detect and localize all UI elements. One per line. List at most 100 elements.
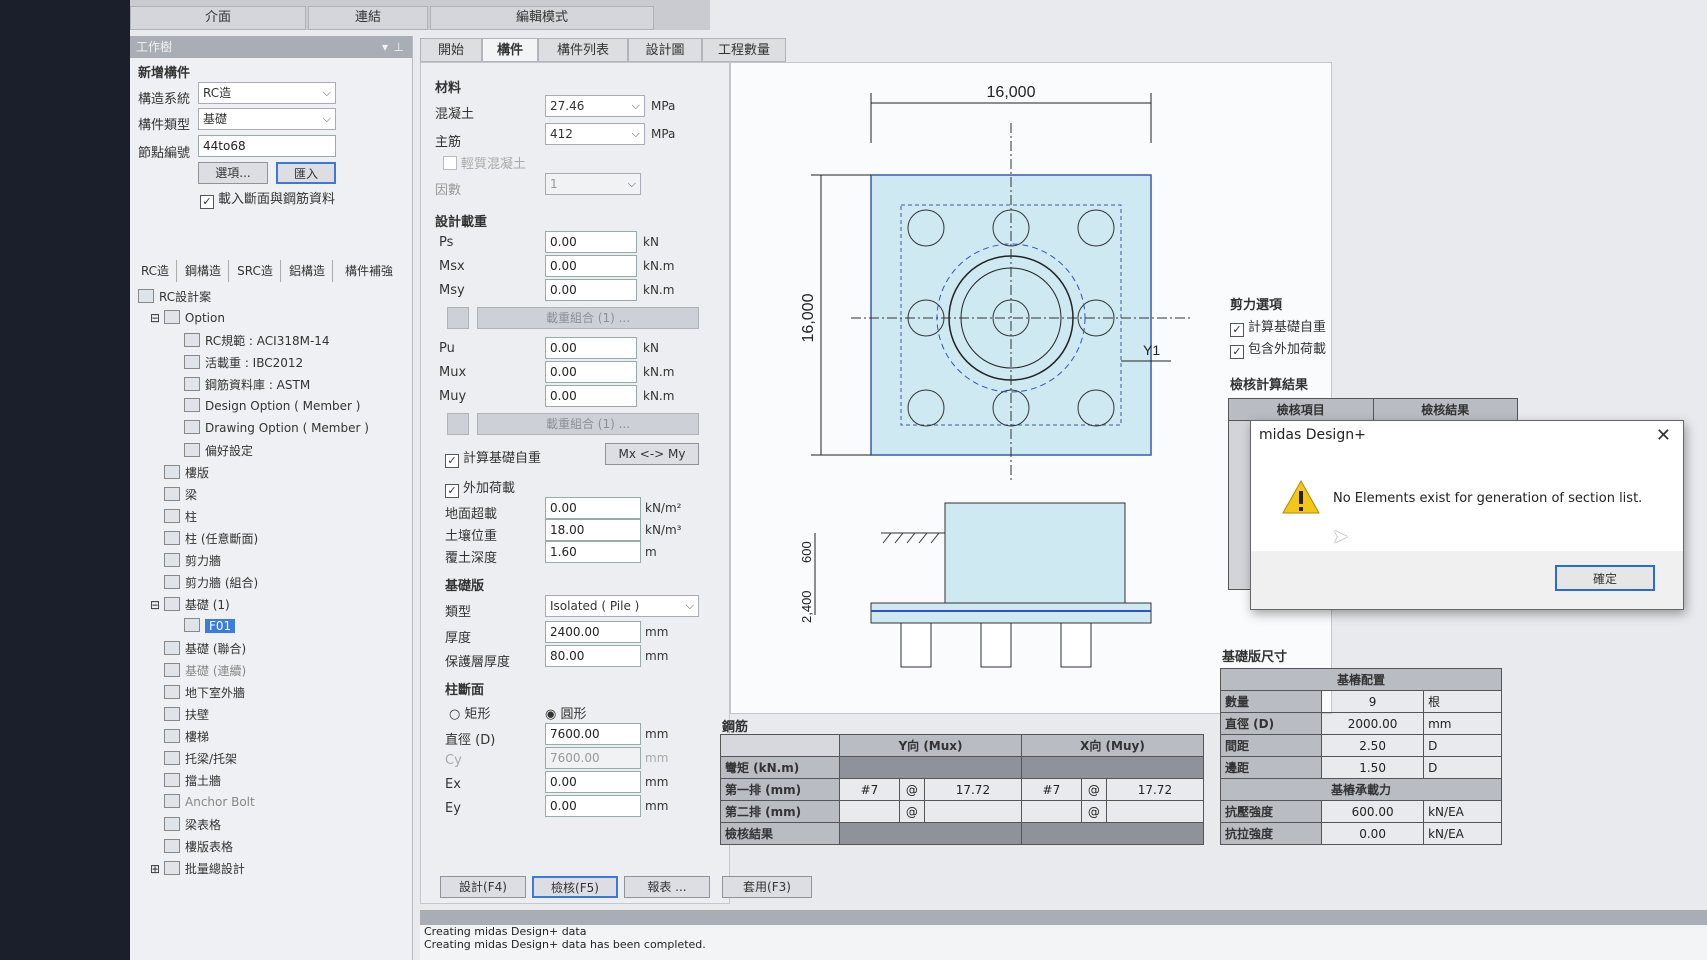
circle-radio[interactable]: ◉ 圓形	[545, 703, 587, 722]
design-button[interactable]: 設計(F4)	[440, 876, 526, 898]
tree-item-footing-continuous[interactable]: 基礎 (連續)	[164, 662, 246, 679]
swap-moment-button[interactable]: Mx <-> My	[605, 443, 699, 465]
tree-item-drawing-option[interactable]: Drawing Option ( Member )	[184, 420, 369, 435]
tab-quantity[interactable]: 工程數量	[702, 38, 786, 62]
load-section-checkbox[interactable]: ✓ 載入斷面與鋼筋資料	[200, 188, 335, 209]
surcharge-input[interactable]: 0.00	[545, 497, 641, 519]
tree-item-footing[interactable]: ⊟ 基礎 (1)	[150, 596, 230, 613]
load-combo-toggle-1[interactable]	[447, 307, 469, 329]
factor-select[interactable]: 1 ⌵	[545, 173, 641, 195]
pu-input[interactable]: 0.00	[545, 337, 637, 359]
pile-edge-value[interactable]: 1.50	[1321, 756, 1425, 779]
thickness-input[interactable]: 2400.00	[545, 621, 641, 643]
collapse-icon[interactable]: ⊟	[150, 598, 164, 612]
tree-item-preference[interactable]: 偏好設定	[184, 442, 253, 459]
rect-radio[interactable]: ○ 矩形	[449, 703, 491, 722]
import-button[interactable]: 匯入	[276, 162, 336, 184]
y-bar-cell[interactable]: #7	[839, 778, 900, 801]
shear-self-weight-checkbox[interactable]: ✓ 計算基礎自重	[1230, 316, 1326, 337]
section-input[interactable]: 44to68	[198, 135, 336, 157]
external-load-checkbox[interactable]: ✓ 外加荷載	[445, 477, 515, 498]
concrete-select[interactable]: 27.46 ⌵	[545, 95, 645, 117]
ps-input[interactable]: 0.00	[545, 231, 637, 253]
muy-input[interactable]: 0.00	[545, 385, 637, 407]
system-select[interactable]: RC造 ⌵	[198, 82, 336, 104]
tree-item-corbel[interactable]: 托梁/托架	[164, 750, 237, 767]
mux-input[interactable]: 0.00	[545, 361, 637, 383]
msx-input[interactable]: 0.00	[545, 255, 637, 277]
rebar-select[interactable]: 412 ⌵	[545, 123, 645, 145]
tree-item-project[interactable]: RC設計案	[138, 288, 211, 305]
mode-tab-link[interactable]: 連結	[308, 6, 428, 30]
tree-item-code[interactable]: RC規範 : ACI318M-14	[184, 332, 330, 349]
pile-spacing-value[interactable]: 2.50	[1321, 734, 1425, 757]
apply-button[interactable]: 套用(F3)	[722, 876, 812, 898]
check-button[interactable]: 檢核(F5)	[532, 876, 618, 898]
type-select[interactable]: 基礎 ⌵	[198, 108, 336, 130]
tree-item-stair[interactable]: 樓梯	[164, 728, 209, 745]
pin-icon[interactable]: ⊥	[394, 36, 404, 58]
cover-input[interactable]: 80.00	[545, 645, 641, 667]
ex-input[interactable]: 0.00	[545, 771, 641, 793]
msy-input[interactable]: 0.00	[545, 279, 637, 301]
pile-count-value[interactable]: 9	[1321, 690, 1425, 713]
tree-item-live-load[interactable]: 活載重 : IBC2012	[184, 354, 303, 371]
tree-item-f01[interactable]: F01	[184, 618, 236, 633]
mode-tab-edit[interactable]: 編輯模式	[430, 6, 654, 30]
tree-item-column[interactable]: 柱	[164, 508, 197, 525]
tree-item-shear-wall-combo[interactable]: 剪力牆 (組合)	[164, 574, 258, 591]
tree-item-beam[interactable]: 梁	[164, 486, 197, 503]
shear-external-checkbox[interactable]: ✓ 包含外加荷載	[1230, 338, 1326, 359]
tree-item-shear-wall[interactable]: 剪力牆	[164, 552, 221, 569]
tree-item-buttress[interactable]: 扶壁	[164, 706, 209, 723]
tab-rc[interactable]: RC造	[134, 260, 177, 282]
self-weight-checkbox[interactable]: ✓ 計算基礎自重	[445, 447, 541, 468]
option-button[interactable]: 選項...	[198, 162, 268, 184]
collapse-icon[interactable]: ⊟	[150, 311, 164, 325]
tab-reinforce[interactable]: 構件補強	[334, 260, 404, 282]
report-button[interactable]: 報表 ...	[624, 876, 710, 898]
tree-item-basement-wall[interactable]: 地下室外牆	[164, 684, 245, 701]
tree-item-slab-table[interactable]: 樓版表格	[164, 838, 233, 855]
footing-type-select[interactable]: Isolated ( Pile ) ⌵	[545, 595, 699, 617]
tree-item-rebar-db[interactable]: 鋼筋資料庫 : ASTM	[184, 376, 310, 393]
compression-value[interactable]: 600.00	[1321, 800, 1425, 823]
tab-src[interactable]: SRC造	[230, 260, 281, 282]
x-spacing-cell[interactable]: 17.72	[1105, 778, 1205, 801]
footing-icon	[164, 641, 180, 655]
tab-steel[interactable]: 鋼構造	[178, 260, 229, 282]
cover-depth-input[interactable]: 1.60	[545, 541, 641, 563]
tree-item-retaining-wall[interactable]: 擋土牆	[164, 772, 221, 789]
cy-input[interactable]: 7600.00	[545, 747, 641, 769]
diameter-input[interactable]: 7600.00	[545, 723, 641, 745]
tree-item-option[interactable]: ⊟ Option	[150, 310, 225, 325]
tab-aluminum[interactable]: 鋁構造	[282, 260, 333, 282]
tree-item-batch[interactable]: ⊞ 批量總設計	[150, 860, 245, 877]
soil-weight-input[interactable]: 18.00	[545, 519, 641, 541]
tab-member[interactable]: 構件	[482, 38, 538, 62]
light-concrete-checkbox[interactable]: 輕質混凝土	[443, 153, 526, 172]
tab-member-list[interactable]: 構件列表	[538, 38, 628, 62]
close-icon[interactable]: ✕	[1656, 425, 1671, 446]
load-combo-toggle-2[interactable]	[447, 413, 469, 435]
x-bar-cell[interactable]: #7	[1020, 778, 1082, 801]
dropdown-icon[interactable]: ▾	[382, 36, 388, 58]
ey-input[interactable]: 0.00	[545, 795, 641, 817]
expand-icon[interactable]: ⊞	[150, 862, 164, 876]
load-combo-button-2[interactable]: 載重組合 (1) ...	[477, 413, 699, 435]
cover-depth-label: 覆土深度	[445, 551, 498, 566]
mode-tab-interface[interactable]: 介面	[130, 6, 306, 30]
tree-item-design-option[interactable]: Design Option ( Member )	[184, 398, 360, 413]
tension-value[interactable]: 0.00	[1321, 822, 1425, 845]
y-spacing-cell[interactable]: 17.72	[923, 778, 1022, 801]
tree-item-beam-table[interactable]: 梁表格	[164, 816, 221, 833]
tab-start[interactable]: 開始	[420, 38, 482, 62]
tab-drawing[interactable]: 設計圖	[628, 38, 702, 62]
pile-diameter-value[interactable]: 2000.00	[1321, 712, 1425, 735]
tree-item-column-any[interactable]: 柱 (任意斷面)	[164, 530, 258, 547]
load-combo-button-1[interactable]: 載重組合 (1) ...	[477, 307, 699, 329]
tree-item-footing-combined[interactable]: 基礎 (聯合)	[164, 640, 246, 657]
tree-item-slab[interactable]: 樓版	[164, 464, 209, 481]
ok-button[interactable]: 確定	[1555, 565, 1655, 591]
tree-item-anchor-bolt[interactable]: Anchor Bolt	[164, 794, 255, 809]
